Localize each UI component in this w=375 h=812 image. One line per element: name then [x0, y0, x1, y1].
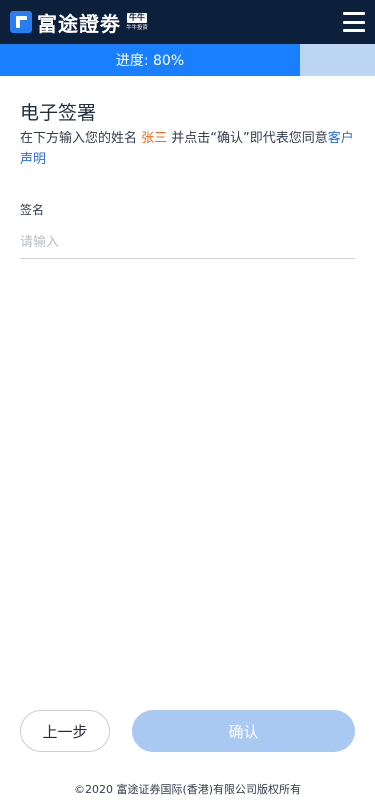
futu-logo-icon [10, 11, 32, 33]
signature-input[interactable] [20, 226, 355, 259]
signature-label: 签名 [20, 203, 45, 217]
brand-logo[interactable]: 富途證劵 牛牛 牛牛投资 [10, 0, 149, 44]
highlighted-name: 张三 [141, 131, 168, 146]
copyright-footer: ©2020 富途证券国际(香港)有限公司版权所有 [73, 783, 302, 796]
logo-badge-label: 牛牛 [127, 12, 147, 23]
logo-text: 富途證劵 [37, 11, 121, 36]
page-title: 电子签署 [20, 102, 97, 124]
confirm-button[interactable]: 确认 [132, 710, 355, 752]
instruction-text: 在下方输入您的姓名 张三 并点击“确认”即代表您同意客户声明 [20, 128, 360, 170]
progress-label: 进度: 80% [115, 53, 185, 69]
logo-badge-sub: 牛牛投资 [126, 23, 148, 31]
progress-bar: 进度: 80% [0, 44, 375, 76]
logo-badge: 牛牛 牛牛投资 [125, 12, 149, 32]
previous-step-button[interactable]: 上一步 [20, 710, 110, 752]
instruction-middle: 并点击“确认”即代表您同意 [167, 131, 328, 146]
instruction-prefix: 在下方输入您的姓名 [20, 131, 142, 146]
hamburger-menu-icon[interactable] [343, 12, 365, 32]
app-header: 富途證劵 牛牛 牛牛投资 [0, 0, 375, 44]
